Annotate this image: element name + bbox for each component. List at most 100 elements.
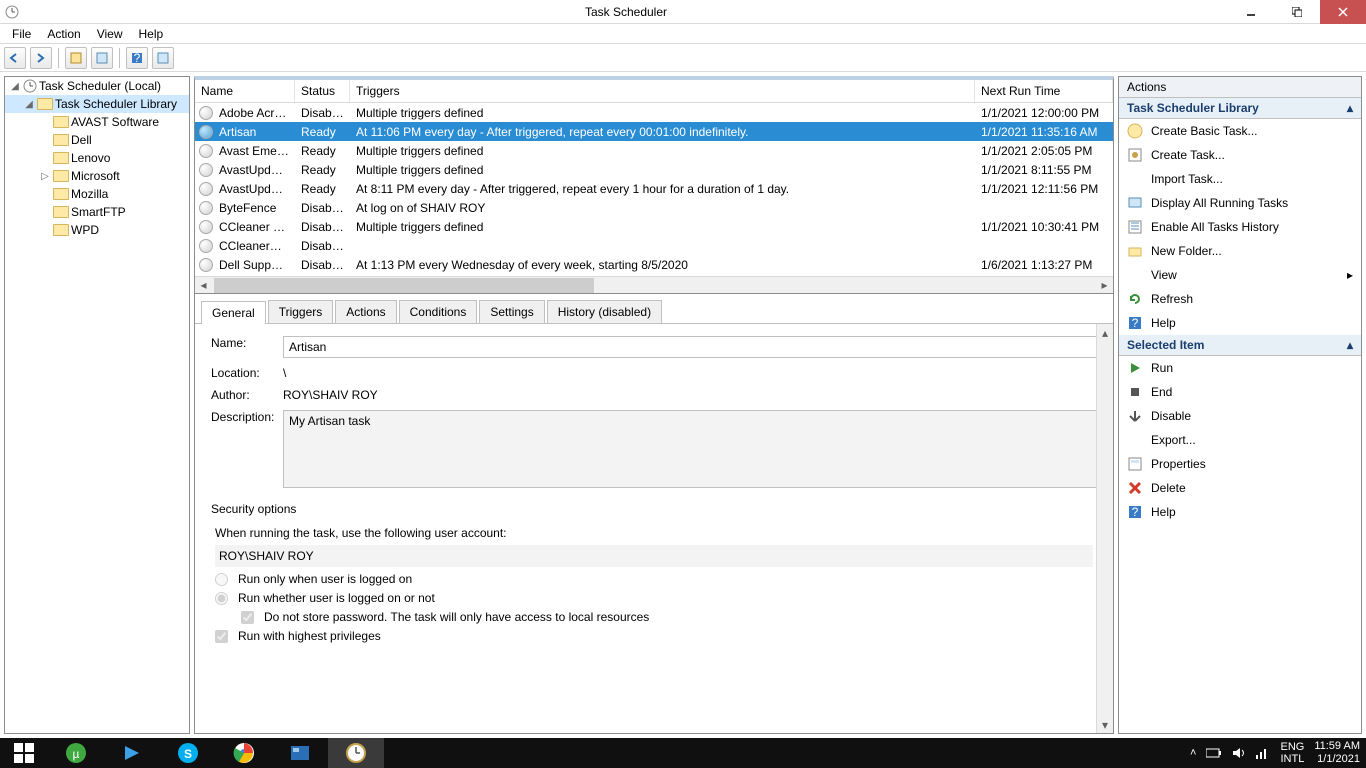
horizontal-scrollbar[interactable]: ◂ ▸ [195, 276, 1113, 293]
taskbar-app-utorrent[interactable]: µ [48, 738, 104, 768]
description-field[interactable] [283, 410, 1097, 488]
menu-action[interactable]: Action [39, 25, 88, 43]
tree-folder-microsoft[interactable]: ▷Microsoft [5, 167, 189, 185]
vertical-scrollbar[interactable]: ▴ ▾ [1096, 324, 1113, 733]
task-row[interactable]: AvastUpdate...ReadyMultiple triggers def… [195, 160, 1113, 179]
header-next[interactable]: Next Run Time [975, 80, 1113, 102]
tree-folder-mozilla[interactable]: Mozilla [5, 185, 189, 203]
forward-button[interactable] [30, 47, 52, 69]
tree-folder-wpd[interactable]: WPD [5, 221, 189, 239]
taskbar-app-control[interactable] [272, 738, 328, 768]
task-row[interactable]: CCleaner Up...DisabledMultiple triggers … [195, 217, 1113, 236]
action-label: Delete [1151, 481, 1186, 495]
task-row[interactable]: Dell Support...DisabledAt 1:13 PM every … [195, 255, 1113, 274]
task-row[interactable]: ArtisanReadyAt 11:06 PM every day - Afte… [195, 122, 1113, 141]
tree-folder-dell[interactable]: Dell [5, 131, 189, 149]
action-new-folder[interactable]: New Folder... [1119, 239, 1361, 263]
menu-file[interactable]: File [4, 25, 39, 43]
tree-folder-lenovo[interactable]: Lenovo [5, 149, 189, 167]
task-icon [1127, 147, 1143, 163]
task-status-icon [199, 163, 213, 177]
action-create-task[interactable]: Create Task... [1119, 143, 1361, 167]
collapse-icon[interactable]: ▴ [1347, 101, 1353, 115]
tree-root[interactable]: ◢ Task Scheduler (Local) [5, 77, 189, 95]
scroll-up-icon[interactable]: ▴ [1097, 324, 1113, 341]
action-disable[interactable]: Disable [1119, 404, 1361, 428]
task-row[interactable]: CCleanerSki...Disabled [195, 236, 1113, 255]
system-tray[interactable]: ˄ ENGINTL 11:59 AM1/1/2021 [1190, 740, 1366, 766]
tree-folder-label: Lenovo [71, 151, 110, 165]
tab-conditions[interactable]: Conditions [399, 300, 478, 323]
volume-icon[interactable] [1232, 747, 1246, 759]
taskbar-app-vscode[interactable] [104, 738, 160, 768]
task-row[interactable]: Avast Emerg...ReadyMultiple triggers def… [195, 141, 1113, 160]
column-headers[interactable]: Name Status Triggers Next Run Time [195, 80, 1113, 103]
taskbar-app-chrome[interactable] [216, 738, 272, 768]
task-next: 1/1/2021 8:11:55 PM [975, 163, 1113, 177]
window-title: Task Scheduler [24, 5, 1228, 19]
taskbar-app-skype[interactable]: S [160, 738, 216, 768]
collapse-icon[interactable]: ◢ [9, 81, 21, 92]
action-create-basic-task[interactable]: Create Basic Task... [1119, 119, 1361, 143]
minimize-button[interactable] [1228, 0, 1274, 24]
actions-section-selected[interactable]: Selected Item ▴ [1119, 335, 1361, 356]
task-row[interactable]: AvastUpdate...ReadyAt 8:11 PM every day … [195, 179, 1113, 198]
battery-icon[interactable] [1206, 748, 1222, 758]
tree-folder-avast-software[interactable]: AVAST Software [5, 113, 189, 131]
scroll-down-icon[interactable]: ▾ [1097, 716, 1113, 733]
collapse-icon[interactable]: ◢ [23, 99, 35, 110]
header-name[interactable]: Name [195, 80, 295, 102]
action-label: New Folder... [1151, 244, 1222, 258]
action-end[interactable]: End [1119, 380, 1361, 404]
tree-library[interactable]: ◢ Task Scheduler Library [5, 95, 189, 113]
maximize-button[interactable] [1274, 0, 1320, 24]
tree-folder-smartftp[interactable]: SmartFTP [5, 203, 189, 221]
toolbar-btn-2[interactable] [91, 47, 113, 69]
scroll-thumb[interactable] [214, 278, 594, 293]
tab-triggers[interactable]: Triggers [268, 300, 334, 323]
task-list[interactable]: Name Status Triggers Next Run Time Adobe… [195, 80, 1113, 294]
tray-chevron-icon[interactable]: ˄ [1190, 747, 1196, 759]
expand-icon[interactable]: ▷ [39, 171, 51, 182]
menu-view[interactable]: View [89, 25, 131, 43]
action-export[interactable]: Export... [1119, 428, 1361, 452]
close-button[interactable] [1320, 0, 1366, 24]
task-row[interactable]: ByteFenceDisabledAt log on of SHAIV ROY [195, 198, 1113, 217]
actions-section-library[interactable]: Task Scheduler Library ▴ [1119, 98, 1361, 119]
tab-actions[interactable]: Actions [335, 300, 396, 323]
tab-history[interactable]: History (disabled) [547, 300, 662, 323]
task-row[interactable]: Adobe Acro...DisabledMultiple triggers d… [195, 103, 1113, 122]
start-button[interactable] [0, 738, 48, 768]
menu-help[interactable]: Help [131, 25, 172, 43]
action-delete[interactable]: Delete [1119, 476, 1361, 500]
action-refresh[interactable]: Refresh [1119, 287, 1361, 311]
action-help[interactable]: ?Help [1119, 311, 1361, 335]
taskbar[interactable]: µ S ˄ ENGINTL 11:59 AM1/1/2021 [0, 738, 1366, 768]
scroll-right-icon[interactable]: ▸ [1096, 277, 1113, 294]
taskbar-app-taskscheduler[interactable] [328, 738, 384, 768]
back-button[interactable] [4, 47, 26, 69]
action-enable-all-tasks-history[interactable]: Enable All Tasks History [1119, 215, 1361, 239]
header-triggers[interactable]: Triggers [350, 80, 975, 102]
language-indicator[interactable]: ENGINTL [1280, 741, 1304, 765]
action-run[interactable]: Run [1119, 356, 1361, 380]
tab-settings[interactable]: Settings [479, 300, 544, 323]
action-properties[interactable]: Properties [1119, 452, 1361, 476]
check-highest-priv [215, 630, 228, 643]
name-field[interactable] [283, 336, 1097, 358]
clock[interactable]: 11:59 AM1/1/2021 [1314, 740, 1360, 766]
tab-general[interactable]: General [201, 301, 266, 324]
tree-pane[interactable]: ◢ Task Scheduler (Local) ◢ Task Schedule… [4, 76, 190, 734]
action-display-all-running-tasks[interactable]: Display All Running Tasks [1119, 191, 1361, 215]
scroll-left-icon[interactable]: ◂ [195, 277, 212, 294]
action-view[interactable]: View▸ [1119, 263, 1361, 287]
svg-text:?: ? [1132, 505, 1139, 519]
toolbar-btn-3[interactable] [152, 47, 174, 69]
collapse-icon[interactable]: ▴ [1347, 338, 1353, 352]
toolbar-btn-1[interactable] [65, 47, 87, 69]
action-import-task[interactable]: Import Task... [1119, 167, 1361, 191]
network-icon[interactable] [1256, 747, 1270, 759]
header-status[interactable]: Status [295, 80, 350, 102]
help-button[interactable]: ? [126, 47, 148, 69]
action-help[interactable]: ?Help [1119, 500, 1361, 524]
